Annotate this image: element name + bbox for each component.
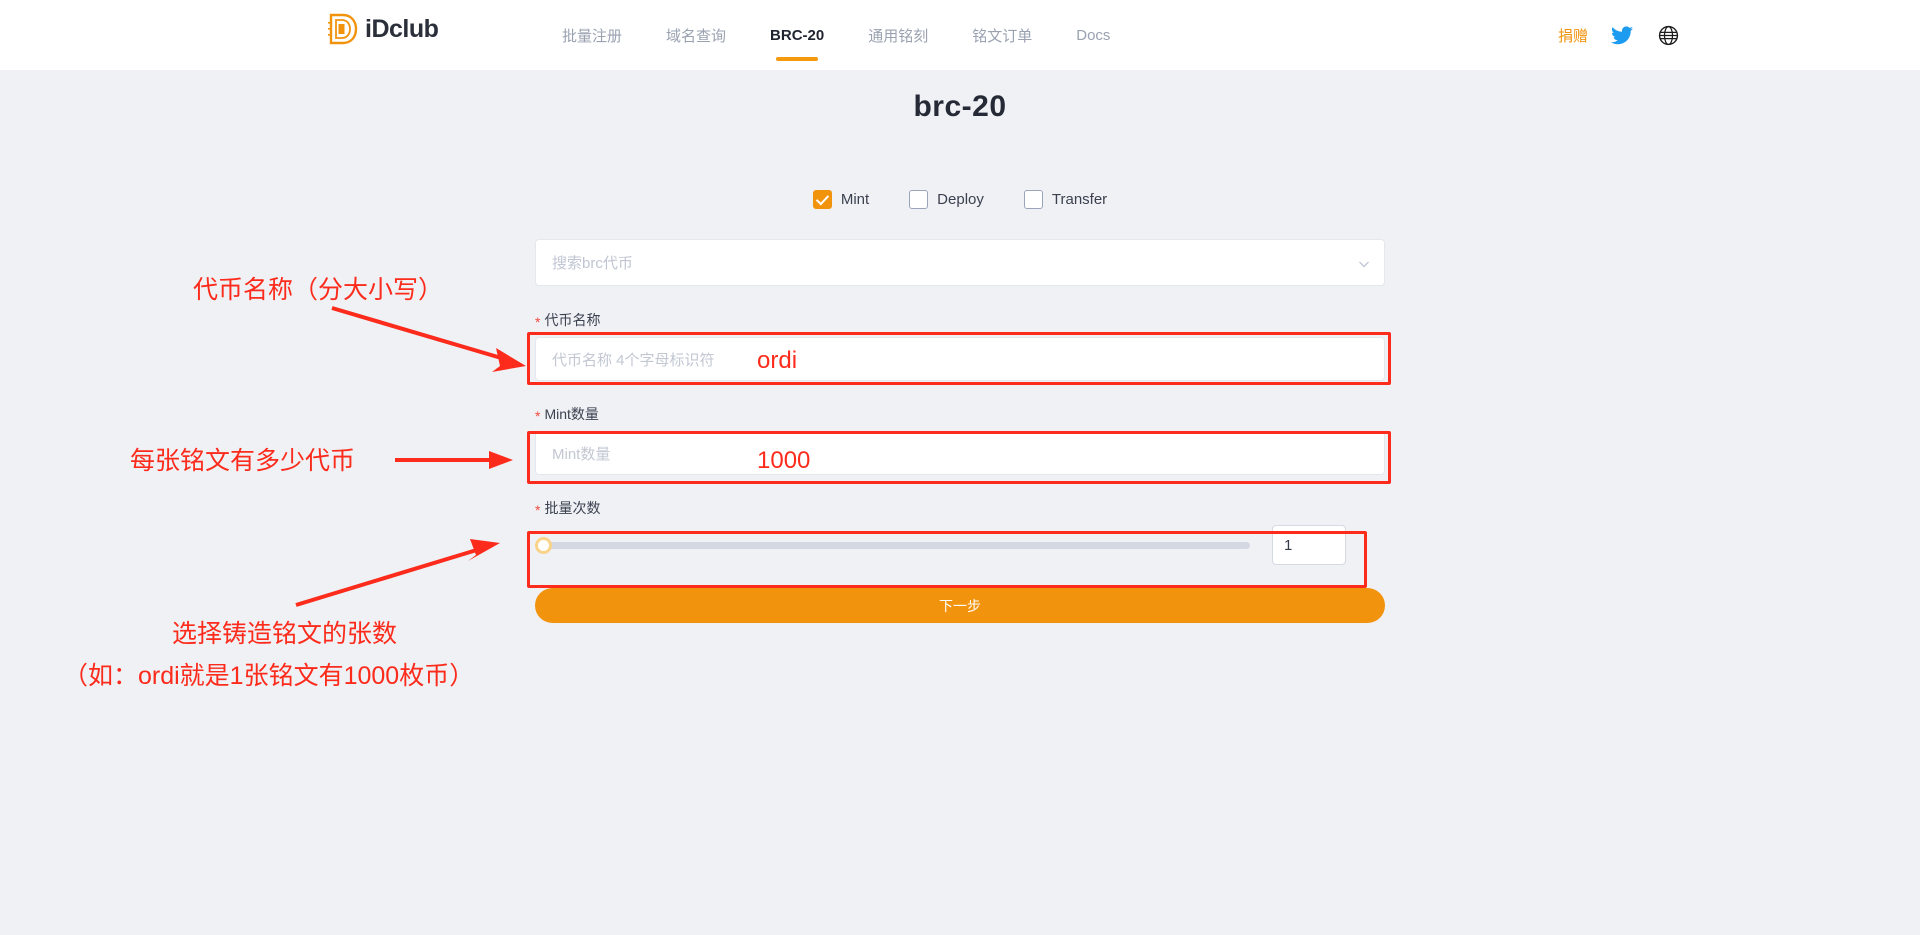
batch-count-number-input[interactable]: 1 bbox=[1272, 525, 1346, 565]
checkbox-deploy[interactable]: Deploy bbox=[909, 190, 984, 209]
checkbox-transfer-label: Transfer bbox=[1052, 191, 1107, 208]
field-batch-count: * 批量次数 1 bbox=[535, 498, 1385, 565]
mint-amount-placeholder: Mint数量 bbox=[552, 443, 610, 464]
main-nav: 批量注册 域名查询 BRC-20 通用铭刻 铭文订单 Docs bbox=[540, 0, 1132, 70]
nav-item-batch-register[interactable]: 批量注册 bbox=[540, 0, 644, 70]
mint-amount-label: * Mint数量 bbox=[535, 404, 1385, 424]
annotation-arrow-token-name bbox=[320, 300, 600, 375]
field-mint-amount: * Mint数量 Mint数量 bbox=[535, 404, 1385, 475]
checkbox-mint[interactable]: Mint bbox=[813, 190, 869, 209]
field-token-name: * 代币名称 代币名称 4个字母标识符 bbox=[535, 310, 1385, 381]
slider-track[interactable] bbox=[543, 542, 1250, 549]
annotation-batch-note-line2: （如：ordi就是1张铭文有1000枚币） bbox=[63, 660, 474, 693]
annotation-mint-amount-value: 1000 bbox=[757, 445, 810, 476]
page-title: brc-20 bbox=[0, 90, 1920, 124]
batch-count-label-text: 批量次数 bbox=[544, 498, 600, 518]
checkbox-transfer[interactable]: Transfer bbox=[1024, 190, 1107, 209]
token-name-label: * 代币名称 bbox=[535, 310, 1385, 330]
batch-count-controls: 1 bbox=[535, 525, 1385, 565]
logo-text: iDclub bbox=[365, 17, 438, 42]
checkbox-mint-label: Mint bbox=[841, 191, 869, 208]
brc20-form: Mint Deploy Transfer 搜索brc代币 * bbox=[535, 190, 1385, 623]
batch-count-label: * 批量次数 bbox=[535, 498, 1385, 518]
checkbox-deploy-label: Deploy bbox=[937, 191, 984, 208]
nav-label: Docs bbox=[1076, 27, 1110, 44]
nav-item-inscription-orders[interactable]: 铭文订单 bbox=[950, 0, 1054, 70]
mint-amount-label-text: Mint数量 bbox=[544, 404, 598, 424]
mint-amount-input[interactable]: Mint数量 bbox=[535, 431, 1385, 475]
twitter-bird-icon[interactable] bbox=[1610, 23, 1634, 47]
nav-item-general-inscribe[interactable]: 通用铭刻 bbox=[846, 0, 950, 70]
logo[interactable]: iDclub bbox=[328, 13, 438, 45]
mode-checkbox-group: Mint Deploy Transfer bbox=[535, 190, 1385, 209]
annotation-arrow-batch-count bbox=[290, 535, 540, 620]
nav-label: 域名查询 bbox=[666, 25, 726, 46]
checkbox-mint-box[interactable] bbox=[813, 190, 832, 209]
nav-label: BRC-20 bbox=[770, 27, 824, 44]
required-marker: * bbox=[535, 503, 540, 517]
chevron-down-icon bbox=[1358, 257, 1370, 269]
token-search-select[interactable]: 搜索brc代币 bbox=[535, 239, 1385, 286]
annotation-token-name-value: ordi bbox=[757, 345, 797, 376]
nav-item-docs[interactable]: Docs bbox=[1054, 0, 1132, 70]
page-root: iDclub 批量注册 域名查询 BRC-20 通用铭刻 铭文订单 Docs bbox=[0, 0, 1920, 935]
annotation-arrow-mint-amount bbox=[395, 448, 535, 488]
site-header: iDclub 批量注册 域名查询 BRC-20 通用铭刻 铭文订单 Docs bbox=[0, 0, 1920, 70]
next-step-button[interactable]: 下一步 bbox=[535, 588, 1385, 623]
donate-link[interactable]: 捐赠 bbox=[1558, 25, 1588, 46]
annotation-batch-note-line1: 选择铸造铭文的张数 bbox=[172, 618, 397, 651]
nav-item-domain-search[interactable]: 域名查询 bbox=[644, 0, 748, 70]
header-actions: 捐赠 bbox=[1558, 0, 1680, 70]
token-name-input[interactable]: 代币名称 4个字母标识符 bbox=[535, 337, 1385, 381]
nav-label: 铭文订单 bbox=[972, 25, 1032, 46]
globe-icon[interactable] bbox=[1656, 23, 1680, 47]
batch-count-value: 1 bbox=[1284, 537, 1292, 554]
batch-count-slider[interactable] bbox=[535, 532, 1250, 558]
checkbox-deploy-box[interactable] bbox=[909, 190, 928, 209]
token-search-placeholder: 搜索brc代币 bbox=[552, 252, 633, 273]
nav-label: 批量注册 bbox=[562, 25, 622, 46]
checkbox-transfer-box[interactable] bbox=[1024, 190, 1043, 209]
annotation-mint-amount-note: 每张铭文有多少代币 bbox=[130, 445, 355, 478]
active-tab-indicator bbox=[776, 57, 818, 61]
nav-label: 通用铭刻 bbox=[868, 25, 928, 46]
idclub-logo-icon bbox=[328, 13, 358, 45]
required-marker: * bbox=[535, 409, 540, 423]
nav-item-brc-20[interactable]: BRC-20 bbox=[748, 0, 846, 70]
